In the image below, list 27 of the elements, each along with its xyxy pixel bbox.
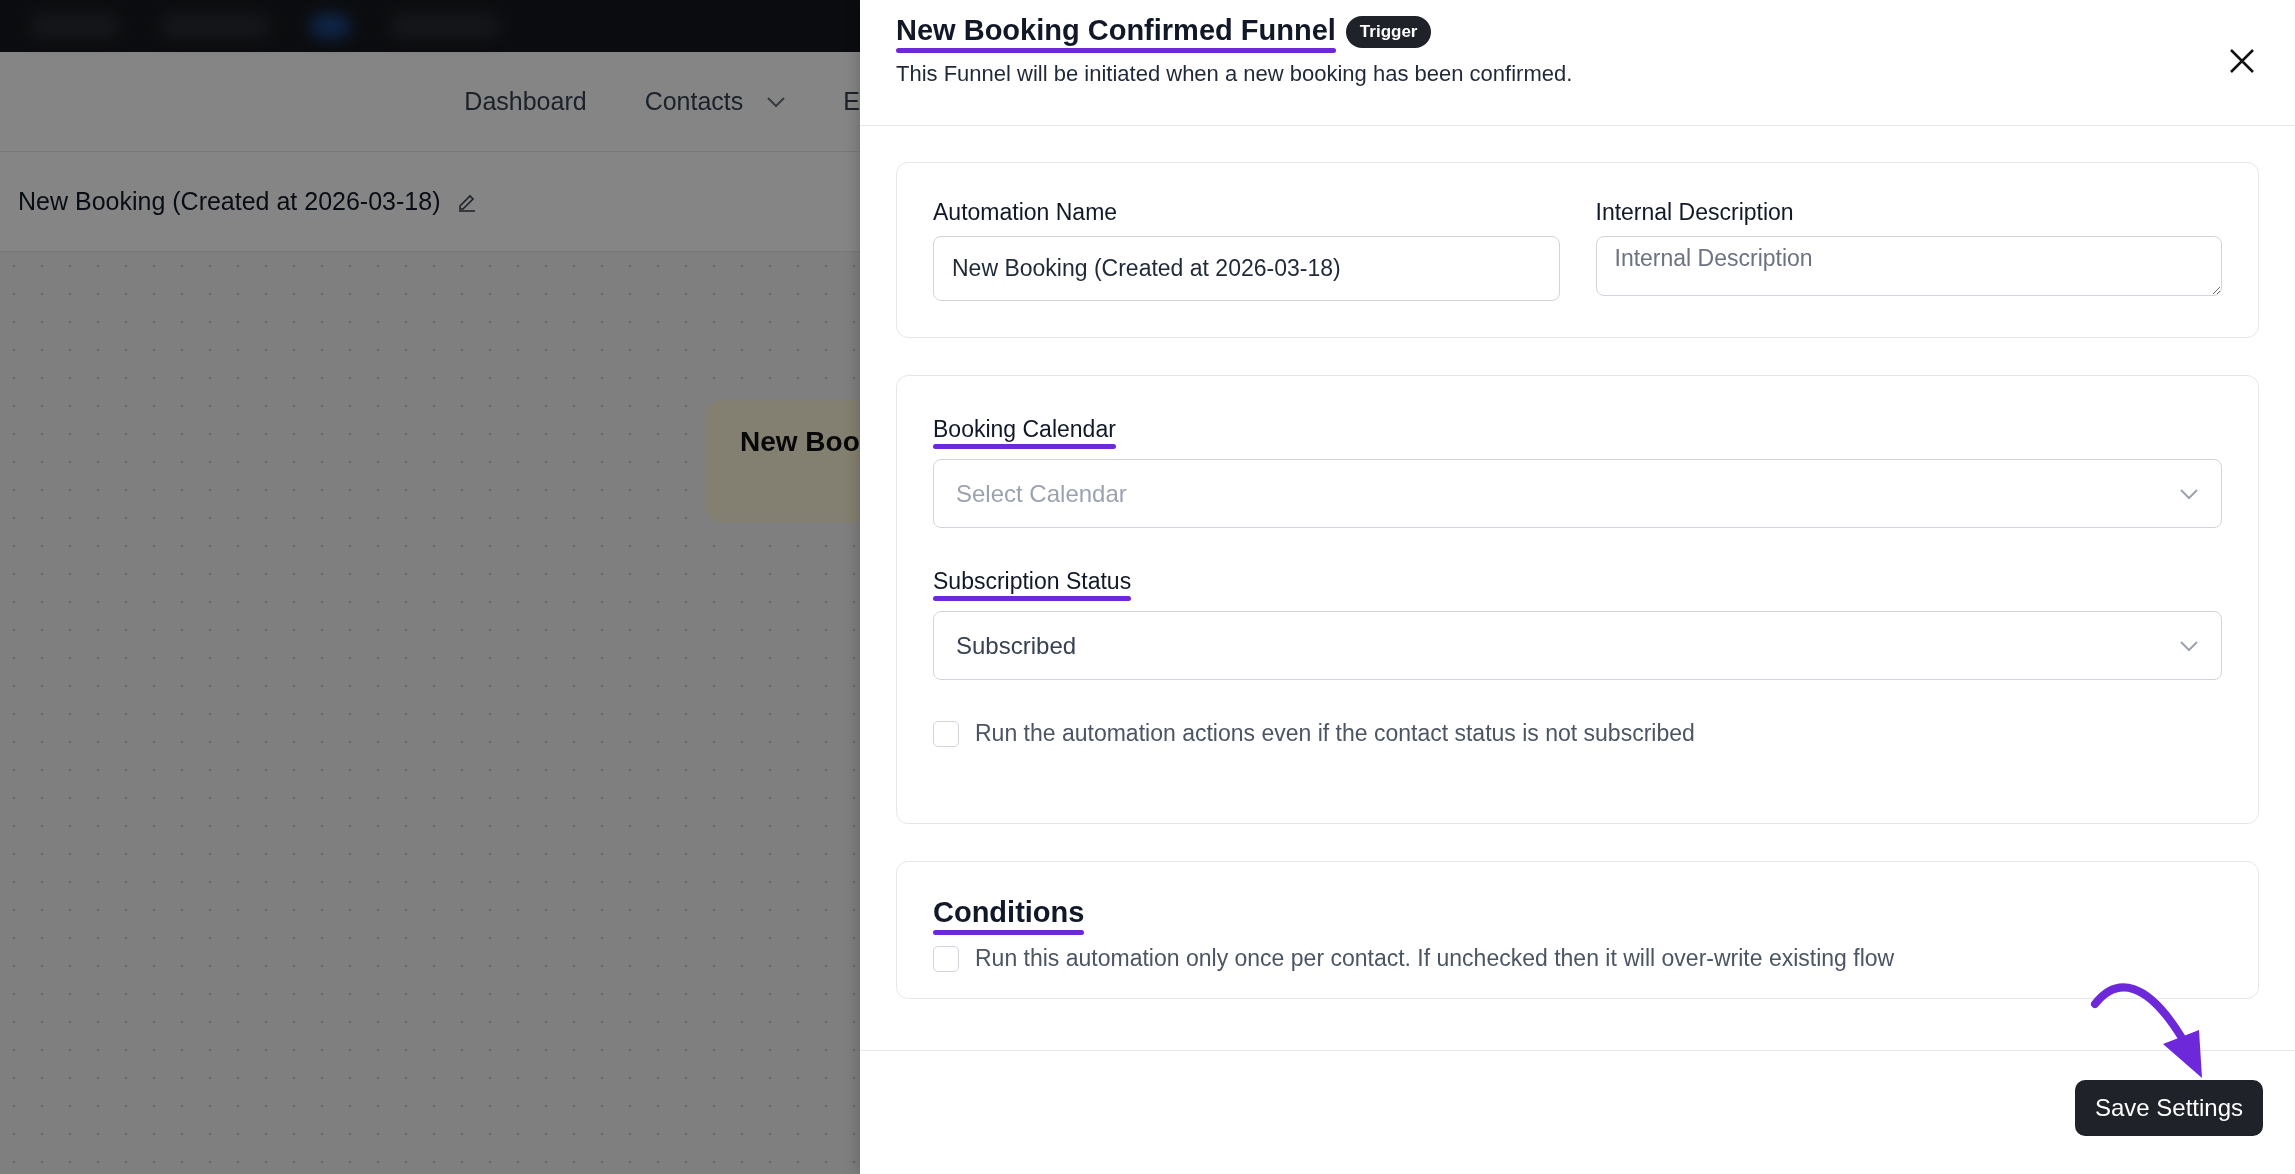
- chevron-down-icon: [767, 96, 786, 107]
- chevron-down-icon: [2179, 487, 2199, 500]
- blurred-item: [310, 14, 350, 38]
- save-button[interactable]: Save Settings: [2074, 1080, 2263, 1136]
- trigger-badge: Trigger: [1345, 16, 1432, 48]
- field-label: Subscription Status: [933, 568, 1132, 595]
- nav-link[interactable]: E: [843, 87, 860, 116]
- textarea-field[interactable]: Internal Description: [1595, 236, 2222, 296]
- checkbox-text: Run this automation only once per contact. If unchecked then it will over-write existing flow: [975, 945, 1895, 972]
- chevron-down-icon: [2179, 639, 2199, 652]
- field-label: Internal Description: [1595, 199, 1795, 226]
- page-title: New Booking (Created at 2026-03-18): [18, 187, 441, 216]
- field-label: Automation Name: [933, 199, 1119, 226]
- nav-link[interactable]: Dashboard: [464, 87, 587, 116]
- checkbox-text: Run the automation actions even if the contact status is not subscribed: [975, 720, 1695, 747]
- nav-link[interactable]: Contacts: [644, 87, 786, 116]
- checkbox[interactable]: [933, 945, 959, 972]
- field-label: Booking Calendar: [933, 416, 1116, 443]
- select-field[interactable]: Subscribed: [933, 611, 2222, 680]
- panel-description: This Funnel will be initiated when a new booking has been confirmed.: [896, 61, 1573, 87]
- node-title: New Boo: [740, 426, 860, 457]
- panel-title: New Booking Confirmed Funnel: [896, 14, 1336, 47]
- checkbox[interactable]: [933, 720, 959, 747]
- workflow-node[interactable]: New Boo: [705, 400, 860, 522]
- input-field[interactable]: New Booking (Created at 2026-03-18): [933, 236, 1560, 301]
- section-title: Conditions: [933, 896, 1085, 929]
- select-field[interactable]: Select Calendar: [933, 459, 2222, 528]
